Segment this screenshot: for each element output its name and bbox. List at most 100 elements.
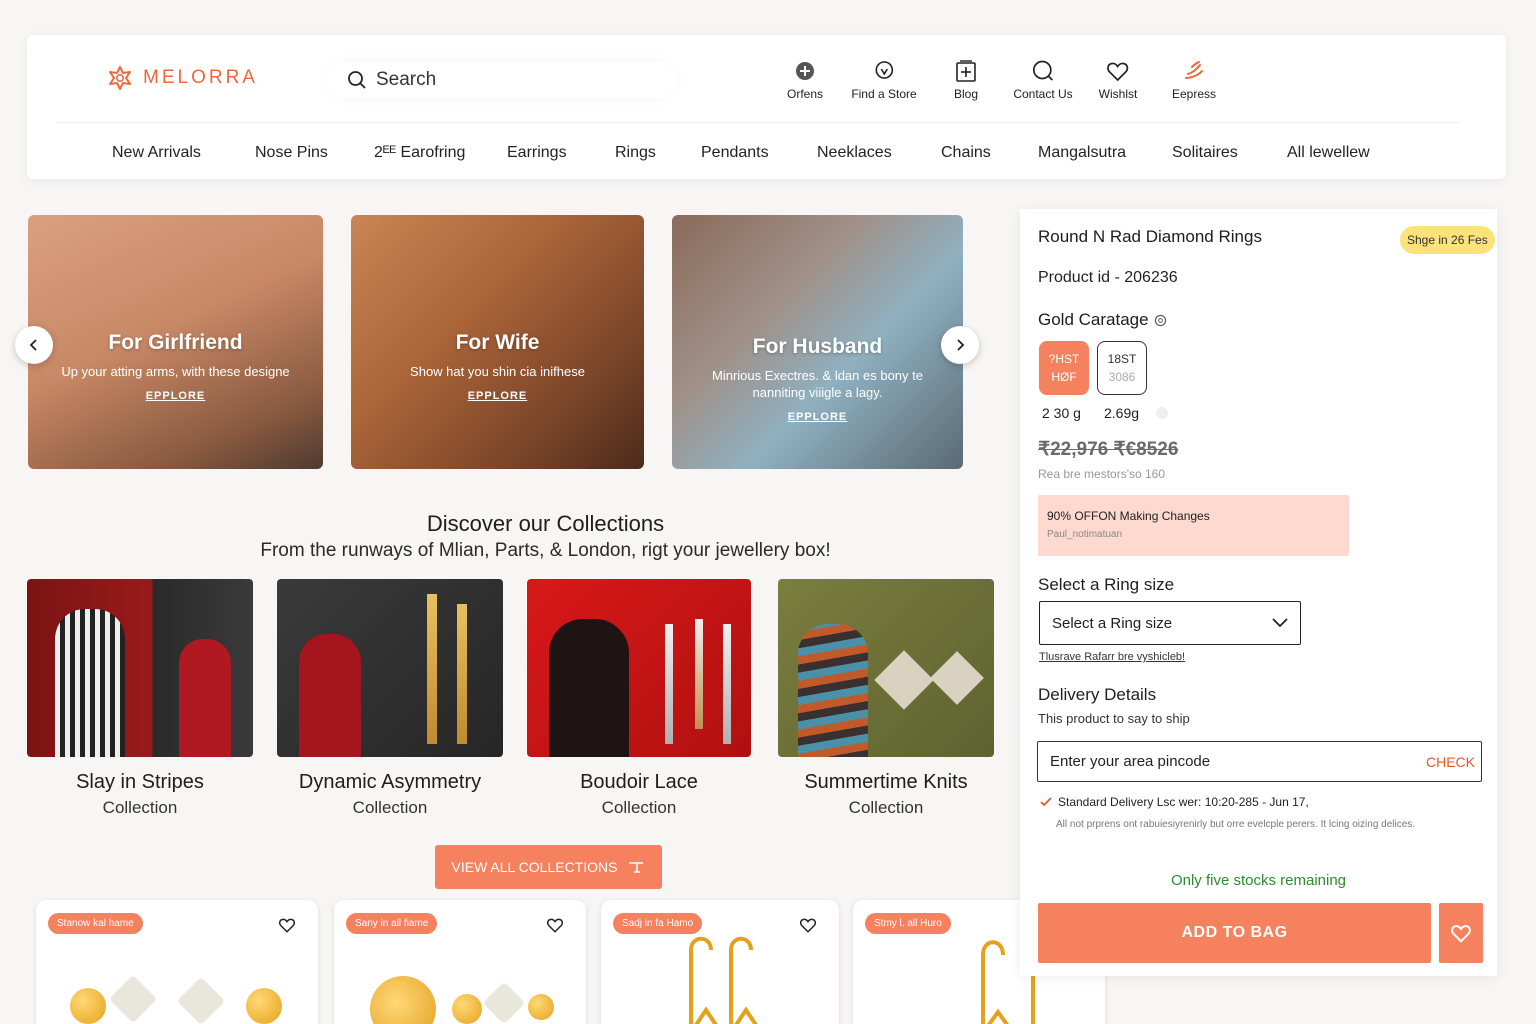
- nav-solitaires[interactable]: Solitaires: [1172, 144, 1238, 162]
- nav-nose-pins[interactable]: Nose Pins: [255, 144, 328, 162]
- collection-image[interactable]: [527, 579, 751, 757]
- header-blog[interactable]: Blog: [954, 59, 978, 101]
- hero-explore-link[interactable]: EPPLORE: [468, 390, 528, 402]
- delivery-sub: This product to say to ship: [1038, 711, 1190, 726]
- heart-icon[interactable]: [278, 916, 296, 934]
- header-orders[interactable]: Orfens: [787, 59, 823, 101]
- nav-new-arrivals[interactable]: New Arrivals: [112, 144, 201, 162]
- product-price: ₹22,976 ₹€8526: [1038, 439, 1179, 460]
- collection-name: Boudoir Lace: [580, 771, 698, 793]
- chevron-down-icon: [1272, 618, 1288, 628]
- header-blog-label: Blog: [953, 87, 979, 101]
- collection-sub: Collection: [102, 798, 178, 817]
- header-contact[interactable]: Contact Us: [1013, 59, 1073, 101]
- carousel-prev-button[interactable]: [15, 326, 53, 364]
- price-note: Rea bre mestors'so 160: [1038, 467, 1166, 481]
- hero-title: For Husband: [752, 335, 883, 358]
- wishlist-button[interactable]: [1439, 903, 1483, 963]
- collection-image[interactable]: [778, 579, 994, 757]
- carousel-next-button[interactable]: [941, 326, 979, 364]
- heart-icon: [1107, 62, 1129, 82]
- collection-name: Dynamic Asymmetry: [298, 771, 482, 793]
- header-express-label: Eepress: [1171, 87, 1217, 101]
- product-id: Product id - 206236: [1038, 269, 1178, 286]
- carat-weight: 2.69g: [1104, 405, 1140, 421]
- carat-bottom: 3086: [1108, 370, 1136, 384]
- hero-card-husband[interactable]: For Husband Minrious Exectres. & ldan es…: [672, 215, 963, 469]
- hero-explore-link[interactable]: EPPLORE: [788, 411, 848, 423]
- hero-card-wife[interactable]: For Wife Show hat you shin cia inifhese …: [351, 215, 644, 469]
- nav-necklaces[interactable]: Neeklaces: [817, 144, 892, 162]
- product-detail-panel: Round N Rad Diamond Rings Shge in 26 Fes…: [1020, 209, 1497, 976]
- header-find-store-label: Find a Store: [851, 87, 917, 101]
- stock-status: Only five stocks remaining: [1170, 872, 1347, 889]
- hero-explore-link[interactable]: EPPLORE: [146, 390, 206, 402]
- hero-card-girlfriend[interactable]: For Girlfriend Up your atting arms, with…: [28, 215, 323, 469]
- collections-title: Discover our Collections: [426, 511, 665, 536]
- collection-card[interactable]: Dynamic Asymmetry Collection: [277, 579, 503, 818]
- ring-size-value: Select a Ring size: [1052, 614, 1173, 632]
- header-find-store[interactable]: Find a Store: [851, 59, 917, 101]
- offer-sub: Paul_notimatuan: [1047, 529, 1123, 540]
- nav-earofring[interactable]: 2ᴱᴱ Earofring: [374, 144, 465, 162]
- header-wishlist-label: Wishlst: [1098, 87, 1138, 101]
- carat-top: 18ST: [1107, 352, 1137, 366]
- ring-size-guide-link[interactable]: Tlusrave Rafarr bre vyshicleb!: [1039, 651, 1185, 663]
- nav-chains[interactable]: Chains: [941, 144, 991, 162]
- main-nav: New Arrivals Nose Pins 2ᴱᴱ Earofring Ear…: [27, 144, 1506, 164]
- collection-image[interactable]: [277, 579, 503, 757]
- header-divider: [57, 122, 1460, 123]
- collection-name: Summertime Knits: [804, 771, 968, 793]
- collection-sub: Collection: [352, 798, 428, 817]
- hero-text: Up your atting arms, with these designe: [61, 364, 290, 379]
- collection-name: Slay in Stripes: [76, 771, 204, 793]
- hanger-icon: [629, 862, 644, 873]
- product-badge: Stmy l. all Huro: [865, 913, 951, 934]
- collection-sub: Collection: [848, 798, 924, 817]
- pincode-field[interactable]: CHECK: [1037, 741, 1482, 782]
- loading-dot: [1156, 407, 1168, 419]
- carat-bottom: HØF: [1051, 370, 1077, 384]
- nav-earrings[interactable]: Earrings: [507, 144, 567, 162]
- carat-option[interactable]: 18ST 3086: [1097, 341, 1147, 395]
- header-express[interactable]: Eepress: [1172, 59, 1216, 101]
- product-card[interactable]: Sadj in fa Hamo: [601, 900, 839, 1024]
- carat-top: ?HST: [1048, 352, 1080, 366]
- nav-all-jewellery[interactable]: All lewellew: [1287, 144, 1370, 162]
- product-badge: Sany in all fiame: [346, 913, 438, 934]
- search-circle-icon: [1032, 60, 1053, 81]
- product-badge: Stanow kal hame: [48, 913, 143, 934]
- chevron-left-icon: [29, 339, 37, 351]
- collection-image[interactable]: [27, 579, 253, 757]
- ship-badge: Shge in 26 Fes: [1400, 226, 1495, 254]
- nav-mangalsutra[interactable]: Mangalsutra: [1038, 144, 1126, 162]
- hero-title: For Girlfriend: [108, 331, 243, 354]
- nav-rings[interactable]: Rings: [615, 144, 656, 162]
- view-all-collections-button[interactable]: VIEW ALL COLLECTIONS: [435, 845, 662, 889]
- carat-option-selected[interactable]: ?HST HØF: [1039, 341, 1089, 395]
- collection-card[interactable]: Slay in Stripes Collection: [27, 579, 253, 818]
- chevron-right-icon: [957, 339, 965, 351]
- collection-sub: Collection: [601, 798, 677, 817]
- pincode-input[interactable]: [1050, 753, 1390, 770]
- header-orders-label: Orfens: [786, 87, 824, 101]
- info-icon[interactable]: [1154, 314, 1167, 327]
- hero-text: Show hat you shin cia inifhese: [410, 364, 585, 379]
- delivery-note: All not prprens ont rabuiesiyrenirly but…: [1056, 819, 1416, 830]
- hero-text: Minrious Exectres. & ldan es bony te nan…: [712, 368, 923, 400]
- nav-pendants[interactable]: Pendants: [701, 144, 769, 162]
- ring-size-select[interactable]: Select a Ring size: [1039, 601, 1301, 645]
- product-card[interactable]: Sany in all fiame: [334, 900, 586, 1024]
- product-card[interactable]: Stanow kal hame: [36, 900, 318, 1024]
- delivery-heading: Delivery Details: [1038, 685, 1157, 704]
- collection-card[interactable]: Boudoir Lace Collection: [527, 579, 751, 818]
- header-wishlist[interactable]: Wishlst: [1098, 59, 1138, 101]
- hero-title: For Wife: [455, 331, 540, 354]
- add-to-bag-button[interactable]: ADD TO BAG: [1038, 903, 1431, 963]
- check-button[interactable]: CHECK: [1426, 754, 1475, 770]
- heart-icon[interactable]: [546, 916, 564, 934]
- collection-card[interactable]: Summertime Knits Collection: [778, 579, 994, 818]
- standard-delivery-text: Standard Delivery Lsc wer: 10:20-285 - J…: [1058, 795, 1309, 809]
- carat-heading: Gold Caratage: [1038, 310, 1167, 330]
- heart-icon[interactable]: [799, 916, 817, 934]
